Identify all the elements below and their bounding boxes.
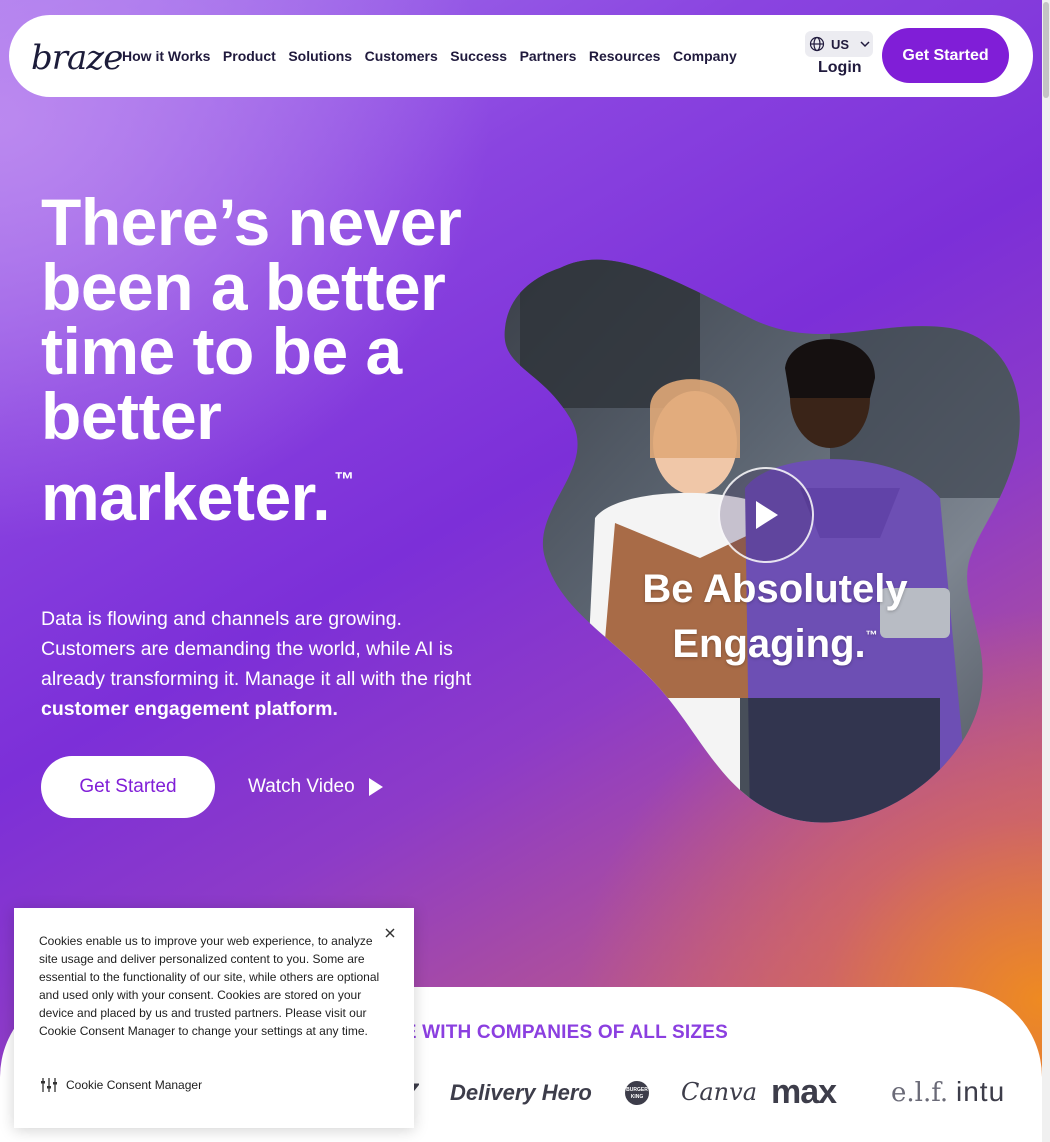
hero-headline: There’s never been a better time to be a… — [41, 189, 511, 530]
close-icon[interactable] — [383, 926, 397, 940]
intuit-logo: intu — [956, 1076, 1006, 1107]
play-icon — [368, 778, 383, 796]
watch-video-link[interactable]: Watch Video — [248, 772, 383, 802]
elf-logo: e.l.f. — [891, 1078, 949, 1108]
login-link[interactable]: Login — [818, 59, 862, 77]
headline-text: There’s never been a better time to be a… — [41, 185, 462, 534]
subtext-bold: customer engagement platform. — [41, 698, 338, 720]
chevron-down-icon — [860, 41, 870, 48]
top-navigation: braze How it Works Product Solutions Cus… — [9, 15, 1033, 97]
nav-link-success[interactable]: Success — [450, 48, 507, 64]
burger-king-logo: BURGER KING — [624, 1080, 650, 1116]
svg-text:KING: KING — [631, 1094, 644, 1100]
nav-links: How it Works Product Solutions Customers… — [122, 48, 749, 64]
nav-link-partners[interactable]: Partners — [520, 48, 577, 64]
scrollbar-thumb[interactable] — [1043, 2, 1049, 98]
logos-heading: ALE WITH COMPANIES OF ALL SIZES — [378, 1022, 728, 1043]
trademark: ™ — [334, 469, 354, 491]
max-logo: max — [771, 1073, 837, 1111]
video-trademark: ™ — [865, 628, 878, 642]
hero-get-started-button[interactable]: Get Started — [41, 756, 215, 818]
video-caption-text: Be Absolutely Engaging. — [642, 567, 908, 666]
svg-text:BURGER: BURGER — [626, 1087, 648, 1093]
nav-link-customers[interactable]: Customers — [365, 48, 438, 64]
nav-link-resources[interactable]: Resources — [589, 48, 661, 64]
sliders-icon — [41, 1078, 57, 1092]
cookie-manager-label: Cookie Consent Manager — [66, 1078, 203, 1092]
nav-link-company[interactable]: Company — [673, 48, 737, 64]
globe-icon — [809, 36, 825, 52]
hero-subtext: Data is flowing and channels are growing… — [41, 604, 481, 724]
region-selector[interactable]: US — [805, 31, 873, 57]
nav-link-product[interactable]: Product — [223, 48, 276, 64]
nav-link-solutions[interactable]: Solutions — [288, 48, 352, 64]
play-icon — [756, 501, 778, 529]
region-label: US — [831, 36, 850, 52]
scrollbar[interactable] — [1042, 0, 1050, 1142]
cookie-consent-banner: Cookies enable us to improve your web ex… — [14, 908, 414, 1128]
watch-video-label: Watch Video — [248, 776, 355, 797]
subtext-plain: Data is flowing and channels are growing… — [41, 608, 472, 690]
video-caption: Be Absolutely Engaging.™ — [610, 566, 940, 667]
canva-logo: Canva — [681, 1078, 757, 1106]
get-started-button[interactable]: Get Started — [882, 28, 1009, 83]
cookie-consent-manager-link[interactable]: Cookie Consent Manager — [40, 1077, 202, 1093]
cookie-message: Cookies enable us to improve your web ex… — [39, 934, 380, 1038]
nav-link-how-it-works[interactable]: How it Works — [122, 48, 210, 64]
delivery-hero-logo: Delivery Hero — [450, 1080, 592, 1105]
video-play-button[interactable] — [718, 467, 814, 563]
braze-logo[interactable]: braze — [31, 41, 123, 75]
